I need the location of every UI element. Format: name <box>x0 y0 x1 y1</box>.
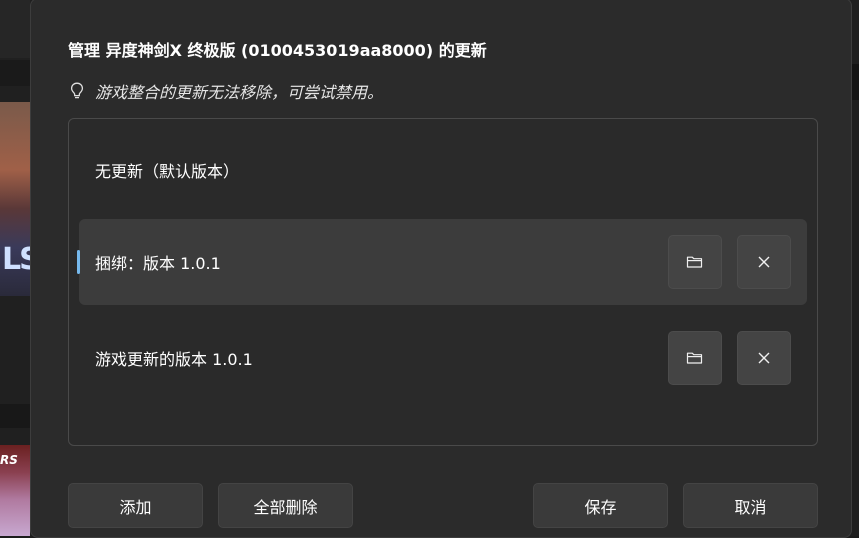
selection-indicator <box>77 250 80 274</box>
game-thumbnail: LS <box>0 102 41 296</box>
thumbnail-art: RS <box>0 453 18 467</box>
add-button[interactable]: 添加 <box>68 483 203 528</box>
dialog-title: 管理 异度神剑X 终极版 (0100453019aa8000) 的更新 <box>68 41 487 60</box>
list-item-bundled-update[interactable]: 捆绑：版本 1.0.1 <box>77 219 807 305</box>
hint-row: 游戏整合的更新无法移除，可尝试禁用。 <box>68 79 383 103</box>
game-thumbnail: RS <box>0 445 30 536</box>
hint-text: 游戏整合的更新无法移除，可尝试禁用。 <box>95 83 384 102</box>
save-button[interactable]: 保存 <box>533 483 668 528</box>
cancel-button[interactable]: 取消 <box>683 483 818 528</box>
remove-update-button[interactable] <box>737 331 791 385</box>
lightbulb-icon <box>68 81 86 101</box>
list-item-game-update[interactable]: 游戏更新的版本 1.0.1 <box>79 315 807 401</box>
background-row <box>0 60 30 86</box>
background-right-edge <box>851 0 859 536</box>
open-folder-button[interactable] <box>668 331 722 385</box>
open-folder-button[interactable] <box>668 235 722 289</box>
background-header <box>0 0 30 58</box>
folder-icon <box>686 256 703 268</box>
background-band <box>851 64 859 100</box>
folder-icon <box>686 352 703 364</box>
manage-updates-dialog: 管理 异度神剑X 终极版 (0100453019aa8000) 的更新 游戏整合… <box>30 0 852 538</box>
list-item-label: 无更新（默认版本） <box>95 162 240 181</box>
remove-all-button[interactable]: 全部删除 <box>218 483 353 528</box>
close-icon <box>758 352 770 364</box>
list-item-no-update[interactable]: 无更新（默认版本） <box>79 127 807 213</box>
list-item-label: 游戏更新的版本 1.0.1 <box>95 350 253 369</box>
close-icon <box>758 256 770 268</box>
background-row <box>0 404 30 428</box>
remove-update-button[interactable] <box>737 235 791 289</box>
updates-list: 无更新（默认版本） 捆绑：版本 1.0.1 游戏更新的版本 1.0.1 <box>68 118 818 446</box>
list-item-label: 捆绑：版本 1.0.1 <box>95 254 221 273</box>
